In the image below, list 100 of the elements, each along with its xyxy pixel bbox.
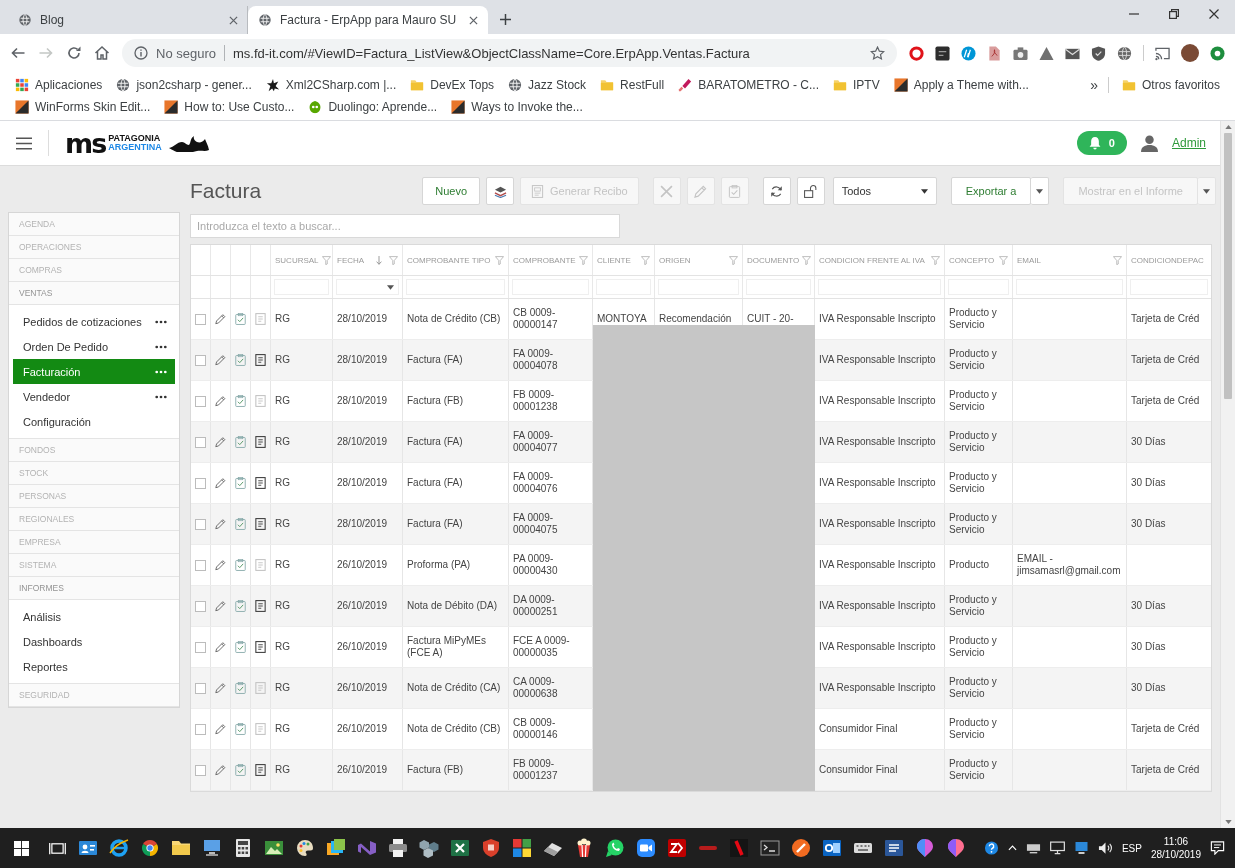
document-icon[interactable] bbox=[255, 436, 266, 448]
grid-icon[interactable] bbox=[512, 838, 532, 858]
browser-tab[interactable]: Blog bbox=[8, 6, 248, 34]
ring-globe-icon[interactable] bbox=[109, 838, 129, 858]
cubes-icon[interactable] bbox=[419, 838, 439, 858]
shield-icon[interactable] bbox=[481, 838, 501, 858]
restore-icon[interactable] bbox=[1169, 9, 1179, 19]
column-header[interactable]: FECHA bbox=[333, 245, 403, 275]
split-toggle[interactable] bbox=[1198, 177, 1216, 205]
row-checkbox[interactable] bbox=[195, 354, 206, 366]
sidebar-item[interactable]: Reportes bbox=[13, 654, 175, 679]
contact-card-icon[interactable] bbox=[78, 838, 98, 858]
sidebar-item[interactable]: Vendedor bbox=[13, 384, 175, 409]
bookmark-link[interactable]: IPTV bbox=[826, 74, 887, 96]
home-icon[interactable] bbox=[94, 45, 110, 61]
document-icon[interactable] bbox=[255, 354, 266, 366]
clock-date[interactable]: 28/10/2019 bbox=[1150, 848, 1201, 861]
calculator-icon[interactable] bbox=[233, 838, 253, 858]
column-header[interactable]: CONDICION FRENTE AL IVA bbox=[815, 245, 945, 275]
pencil-icon[interactable] bbox=[215, 559, 226, 571]
column-header[interactable]: CONDICIONDEPAC bbox=[1127, 245, 1211, 275]
sidebar-group-header[interactable]: INFORMES bbox=[9, 577, 179, 600]
pencil-icon[interactable] bbox=[215, 723, 226, 735]
search-field[interactable]: Introduzca el texto a buscar... bbox=[190, 214, 620, 238]
bookmark-link[interactable]: BARATOMETRO - C... bbox=[671, 74, 827, 96]
clipboard-check-icon[interactable] bbox=[235, 723, 246, 735]
unlock-button[interactable] bbox=[796, 177, 825, 205]
more-icon[interactable] bbox=[155, 344, 167, 349]
close-icon[interactable] bbox=[469, 15, 478, 25]
sidebar-item[interactable]: Pedidos de cotizaciones bbox=[13, 309, 175, 334]
reload-icon[interactable] bbox=[66, 45, 82, 61]
browser-tab[interactable]: Factura - ErpApp para Mauro SU bbox=[248, 6, 488, 34]
clipboard-check-icon[interactable] bbox=[235, 518, 246, 530]
user-icon[interactable] bbox=[1141, 134, 1158, 152]
row-checkbox[interactable] bbox=[195, 518, 206, 530]
clipboard-check-icon[interactable] bbox=[235, 477, 246, 489]
clipboard-check-icon[interactable] bbox=[235, 559, 246, 571]
balloon-icon[interactable] bbox=[946, 838, 966, 858]
bookmark-link[interactable]: Jazz Stock bbox=[501, 74, 594, 96]
clock-time[interactable]: 11:06 bbox=[1163, 835, 1189, 848]
column-header[interactable]: CLIENTE bbox=[593, 245, 655, 275]
document-icon[interactable] bbox=[255, 518, 266, 530]
column-header[interactable]: SUCURSAL bbox=[271, 245, 333, 275]
zigzag-tile-icon[interactable] bbox=[667, 838, 687, 858]
row-checkbox[interactable] bbox=[195, 559, 206, 571]
pencil-icon[interactable] bbox=[215, 600, 226, 612]
folder-icon[interactable] bbox=[171, 838, 191, 858]
scroll-up-icon[interactable] bbox=[1224, 125, 1232, 129]
sidebar-item[interactable]: Análisis bbox=[13, 604, 175, 629]
document-icon[interactable] bbox=[987, 45, 1002, 61]
new-button[interactable]: Nuevo bbox=[422, 177, 481, 205]
monitor-icon[interactable] bbox=[1049, 841, 1065, 855]
help-icon[interactable] bbox=[983, 841, 999, 855]
close-icon[interactable] bbox=[229, 15, 238, 25]
spreadsheet-icon[interactable] bbox=[450, 838, 470, 858]
profile-avatar[interactable] bbox=[1181, 44, 1199, 62]
column-header[interactable]: CONCEPTO bbox=[945, 245, 1013, 275]
clipboard-check-icon[interactable] bbox=[235, 436, 246, 448]
sidebar-item[interactable]: Dashboards bbox=[13, 629, 175, 654]
extension-icon[interactable] bbox=[1210, 45, 1225, 61]
volume-icon[interactable] bbox=[1097, 841, 1113, 855]
picture-icon[interactable] bbox=[264, 838, 284, 858]
display-icon[interactable] bbox=[1073, 841, 1089, 855]
column-header[interactable]: COMPROBANTE TIPO bbox=[403, 245, 509, 275]
printer-icon[interactable] bbox=[388, 838, 408, 858]
pencil-icon[interactable] bbox=[215, 313, 226, 325]
pencil-icon[interactable] bbox=[215, 682, 226, 694]
info-icon[interactable] bbox=[134, 46, 148, 60]
scrollbar-thumb[interactable] bbox=[1224, 133, 1232, 399]
close-icon[interactable] bbox=[1209, 9, 1219, 19]
tool-button[interactable] bbox=[486, 177, 515, 205]
row-checkbox[interactable] bbox=[195, 395, 206, 407]
stripe-tile-icon[interactable] bbox=[729, 838, 749, 858]
circle-logo-icon[interactable] bbox=[961, 45, 976, 61]
bookmark-folder-link[interactable]: Otros favoritos bbox=[1114, 74, 1227, 96]
row-checkbox[interactable] bbox=[195, 764, 206, 776]
row-checkbox[interactable] bbox=[195, 682, 206, 694]
row-checkbox[interactable] bbox=[195, 600, 206, 612]
scroll-down-icon[interactable] bbox=[1224, 820, 1232, 824]
column-header[interactable]: EMAIL bbox=[1013, 245, 1127, 275]
star-icon[interactable] bbox=[870, 45, 885, 61]
arrow-down-icon[interactable] bbox=[376, 255, 382, 265]
filter-field[interactable] bbox=[336, 279, 399, 295]
video-camera-icon[interactable] bbox=[636, 838, 656, 858]
clipboard-check-icon[interactable] bbox=[235, 764, 246, 776]
language-indicator[interactable]: ESP bbox=[1121, 842, 1142, 854]
row-checkbox[interactable] bbox=[195, 477, 206, 489]
terminal-icon[interactable] bbox=[760, 838, 780, 858]
segmented-circle-icon[interactable] bbox=[140, 838, 160, 858]
more-icon[interactable] bbox=[155, 319, 167, 324]
column-header[interactable]: ORIGEN bbox=[655, 245, 743, 275]
globe-icon[interactable] bbox=[1117, 45, 1132, 61]
more-icon[interactable] bbox=[155, 394, 167, 399]
sidebar-group-header[interactable]: VENTAS bbox=[9, 282, 179, 305]
split-toggle[interactable] bbox=[1031, 177, 1050, 205]
pencil-icon[interactable] bbox=[215, 395, 226, 407]
balloon-icon[interactable] bbox=[915, 838, 935, 858]
clipboard-check-icon[interactable] bbox=[235, 313, 246, 325]
clipboard-check-icon[interactable] bbox=[235, 682, 246, 694]
cast-icon[interactable] bbox=[1155, 45, 1170, 61]
